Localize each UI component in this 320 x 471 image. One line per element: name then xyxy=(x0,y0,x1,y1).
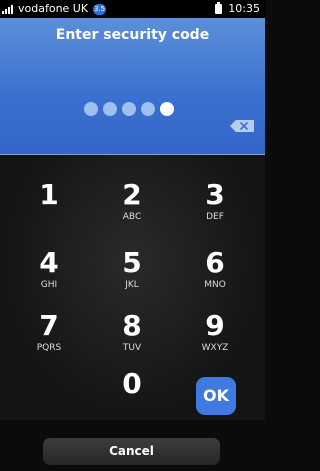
signal-icon xyxy=(2,4,14,14)
pin-dot xyxy=(122,102,136,116)
backspace-icon[interactable] xyxy=(230,120,254,132)
key-letters: DEF xyxy=(206,212,224,222)
key-digit: 9 xyxy=(205,309,225,342)
key-letters: PQRS xyxy=(36,343,62,353)
key-letters: WXYZ xyxy=(201,343,229,353)
key-letters: ABC xyxy=(122,212,142,222)
key-digit: 2 xyxy=(122,178,142,211)
battery-icon xyxy=(215,2,223,14)
key-5[interactable]: 5 JKL xyxy=(97,238,167,298)
key-letters: JKL xyxy=(125,280,139,290)
pin-dot xyxy=(141,102,155,116)
key-digit: 1 xyxy=(39,178,59,211)
key-digit: 3 xyxy=(205,178,225,211)
clock: 10:35 xyxy=(228,2,260,15)
carrier-name: vodafone UK xyxy=(18,2,89,15)
status-right: 10:35 xyxy=(215,2,260,16)
lock-screen: vodafone UK 3.5 10:35 Enter security cod… xyxy=(0,0,265,471)
key-8[interactable]: 8 TUV xyxy=(97,301,167,361)
key-digit: 5 xyxy=(122,246,142,279)
key-1[interactable]: 1 xyxy=(14,170,84,230)
key-7[interactable]: 7 PQRS xyxy=(14,301,84,361)
key-3[interactable]: 3 DEF xyxy=(180,170,250,230)
status-left: vodafone UK 3.5 xyxy=(2,2,107,16)
key-9[interactable]: 9 WXYZ xyxy=(180,301,250,361)
pin-dot xyxy=(103,102,117,116)
key-digit: 7 xyxy=(39,309,59,342)
page-title: Enter security code xyxy=(55,27,210,43)
key-4[interactable]: 4 GHI xyxy=(14,238,84,298)
key-digit: 0 xyxy=(122,367,142,400)
status-bar: vodafone UK 3.5 10:35 xyxy=(0,0,265,18)
key-2[interactable]: 2 ABC xyxy=(97,170,167,230)
key-digit: 8 xyxy=(122,309,142,342)
key-digit: 6 xyxy=(205,246,225,279)
key-0[interactable]: 0 xyxy=(97,359,167,419)
pin-dot xyxy=(84,102,98,116)
key-letters: GHI xyxy=(40,280,58,290)
key-6[interactable]: 6 MNO xyxy=(180,238,250,298)
security-code-header: Enter security code xyxy=(0,18,265,155)
numeric-keypad: 1 2 ABC 3 DEF 4 GHI 5 JKL 6 MNO 7 PQRS 8 xyxy=(0,155,265,420)
key-letters: MNO xyxy=(204,280,226,290)
footer: Cancel xyxy=(0,420,265,471)
cancel-button[interactable]: Cancel xyxy=(43,438,220,465)
pin-dot-active xyxy=(160,102,174,116)
pin-indicator xyxy=(84,102,179,116)
ok-button[interactable]: OK xyxy=(196,377,236,415)
key-digit: 4 xyxy=(39,246,59,279)
network-badge: 3.5 xyxy=(93,3,107,15)
key-letters: TUV xyxy=(122,343,142,353)
